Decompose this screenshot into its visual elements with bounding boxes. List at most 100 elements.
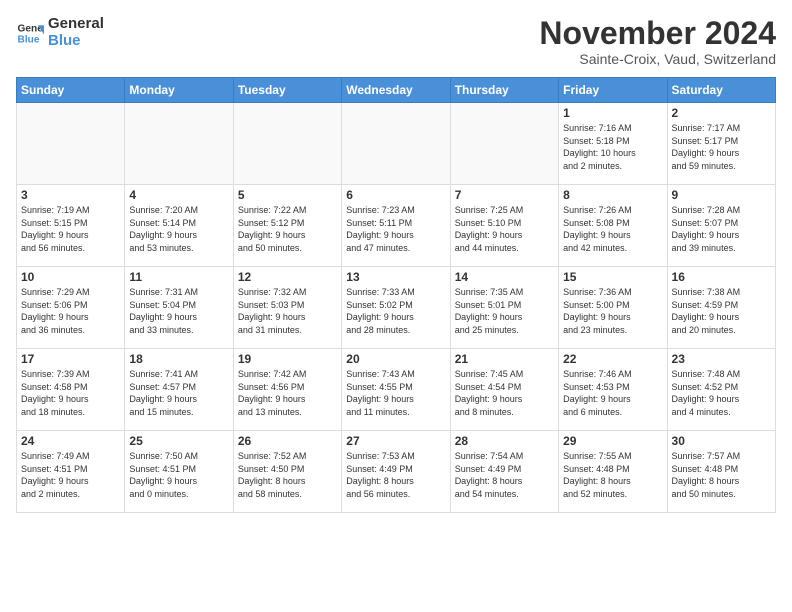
day-cell xyxy=(125,103,233,185)
day-number: 19 xyxy=(238,352,337,366)
page: General Blue General Blue November 2024 … xyxy=(0,0,792,612)
day-info: Sunrise: 7:55 AM Sunset: 4:48 PM Dayligh… xyxy=(563,450,662,500)
day-info: Sunrise: 7:46 AM Sunset: 4:53 PM Dayligh… xyxy=(563,368,662,418)
logo-icon: General Blue xyxy=(16,19,44,47)
day-number: 8 xyxy=(563,188,662,202)
day-number: 2 xyxy=(672,106,771,120)
col-header-sunday: Sunday xyxy=(17,78,125,103)
day-cell: 27Sunrise: 7:53 AM Sunset: 4:49 PM Dayli… xyxy=(342,431,450,513)
day-info: Sunrise: 7:52 AM Sunset: 4:50 PM Dayligh… xyxy=(238,450,337,500)
day-info: Sunrise: 7:57 AM Sunset: 4:48 PM Dayligh… xyxy=(672,450,771,500)
day-cell xyxy=(450,103,558,185)
location-subtitle: Sainte-Croix, Vaud, Switzerland xyxy=(539,51,776,67)
day-number: 13 xyxy=(346,270,445,284)
day-number: 25 xyxy=(129,434,228,448)
day-info: Sunrise: 7:54 AM Sunset: 4:49 PM Dayligh… xyxy=(455,450,554,500)
day-info: Sunrise: 7:33 AM Sunset: 5:02 PM Dayligh… xyxy=(346,286,445,336)
day-info: Sunrise: 7:39 AM Sunset: 4:58 PM Dayligh… xyxy=(21,368,120,418)
day-cell: 8Sunrise: 7:26 AM Sunset: 5:08 PM Daylig… xyxy=(559,185,667,267)
day-info: Sunrise: 7:41 AM Sunset: 4:57 PM Dayligh… xyxy=(129,368,228,418)
day-number: 11 xyxy=(129,270,228,284)
day-cell xyxy=(233,103,341,185)
day-cell: 6 Sunrise: 7:23 AM Sunset: 5:11 PM Daylig… xyxy=(342,185,450,267)
day-cell: 26 Sunrise: 7:52 AM Sunset: 4:50 PM Dayli… xyxy=(233,431,341,513)
day-number: 22 xyxy=(563,352,662,366)
day-cell: 23 Sunrise: 7:48 AM Sunset: 4:52 PM Dayli… xyxy=(667,349,775,431)
day-number: 24 xyxy=(21,434,120,448)
day-number: 23 xyxy=(672,352,771,366)
day-number: 7 xyxy=(455,188,554,202)
logo: General Blue General Blue xyxy=(16,16,104,49)
day-number: 15 xyxy=(563,270,662,284)
day-info: Sunrise: 7:17 AM Sunset: 5:17 PM Dayligh… xyxy=(672,122,771,172)
calendar: SundayMondayTuesdayWednesdayThursdayFrid… xyxy=(16,77,776,513)
day-cell: 9Sunrise: 7:28 AM Sunset: 5:07 PM Daylig… xyxy=(667,185,775,267)
week-row-5: 24Sunrise: 7:49 AM Sunset: 4:51 PM Dayli… xyxy=(17,431,776,513)
day-cell: 16 Sunrise: 7:38 AM Sunset: 4:59 PM Dayli… xyxy=(667,267,775,349)
title-block: November 2024 Sainte-Croix, Vaud, Switze… xyxy=(539,16,776,67)
day-number: 3 xyxy=(21,188,120,202)
day-number: 9 xyxy=(672,188,771,202)
day-info: Sunrise: 7:45 AM Sunset: 4:54 PM Dayligh… xyxy=(455,368,554,418)
logo-general: General xyxy=(48,16,104,33)
day-info: Sunrise: 7:19 AM Sunset: 5:15 PM Dayligh… xyxy=(21,204,120,254)
day-info: Sunrise: 7:48 AM Sunset: 4:52 PM Dayligh… xyxy=(672,368,771,418)
svg-text:Blue: Blue xyxy=(18,34,40,45)
day-cell: 15 Sunrise: 7:36 AM Sunset: 5:00 PM Dayli… xyxy=(559,267,667,349)
day-cell: 19Sunrise: 7:42 AM Sunset: 4:56 PM Dayli… xyxy=(233,349,341,431)
day-number: 16 xyxy=(672,270,771,284)
day-info: Sunrise: 7:20 AM Sunset: 5:14 PM Dayligh… xyxy=(129,204,228,254)
day-info: Sunrise: 7:22 AM Sunset: 5:12 PM Dayligh… xyxy=(238,204,337,254)
day-info: Sunrise: 7:43 AM Sunset: 4:55 PM Dayligh… xyxy=(346,368,445,418)
logo-blue: Blue xyxy=(48,33,104,50)
day-number: 28 xyxy=(455,434,554,448)
day-number: 26 xyxy=(238,434,337,448)
day-cell: 12Sunrise: 7:32 AM Sunset: 5:03 PM Dayli… xyxy=(233,267,341,349)
header: General Blue General Blue November 2024 … xyxy=(16,16,776,67)
day-cell: 2 Sunrise: 7:17 AM Sunset: 5:17 PM Daylig… xyxy=(667,103,775,185)
week-row-3: 10 Sunrise: 7:29 AM Sunset: 5:06 PM Dayli… xyxy=(17,267,776,349)
day-number: 18 xyxy=(129,352,228,366)
day-cell: 1 Sunrise: 7:16 AM Sunset: 5:18 PM Daylig… xyxy=(559,103,667,185)
day-info: Sunrise: 7:50 AM Sunset: 4:51 PM Dayligh… xyxy=(129,450,228,500)
day-info: Sunrise: 7:35 AM Sunset: 5:01 PM Dayligh… xyxy=(455,286,554,336)
day-info: Sunrise: 7:25 AM Sunset: 5:10 PM Dayligh… xyxy=(455,204,554,254)
week-row-1: 1 Sunrise: 7:16 AM Sunset: 5:18 PM Daylig… xyxy=(17,103,776,185)
day-cell: 25 Sunrise: 7:50 AM Sunset: 4:51 PM Dayli… xyxy=(125,431,233,513)
col-header-friday: Friday xyxy=(559,78,667,103)
day-number: 6 xyxy=(346,188,445,202)
day-cell: 17 Sunrise: 7:39 AM Sunset: 4:58 PM Dayli… xyxy=(17,349,125,431)
day-cell: 29Sunrise: 7:55 AM Sunset: 4:48 PM Dayli… xyxy=(559,431,667,513)
day-info: Sunrise: 7:31 AM Sunset: 5:04 PM Dayligh… xyxy=(129,286,228,336)
month-title: November 2024 xyxy=(539,16,776,51)
day-cell xyxy=(342,103,450,185)
day-info: Sunrise: 7:53 AM Sunset: 4:49 PM Dayligh… xyxy=(346,450,445,500)
day-number: 10 xyxy=(21,270,120,284)
day-cell: 30Sunrise: 7:57 AM Sunset: 4:48 PM Dayli… xyxy=(667,431,775,513)
day-info: Sunrise: 7:16 AM Sunset: 5:18 PM Dayligh… xyxy=(563,122,662,172)
day-info: Sunrise: 7:38 AM Sunset: 4:59 PM Dayligh… xyxy=(672,286,771,336)
day-info: Sunrise: 7:36 AM Sunset: 5:00 PM Dayligh… xyxy=(563,286,662,336)
day-cell: 5 Sunrise: 7:22 AM Sunset: 5:12 PM Daylig… xyxy=(233,185,341,267)
col-header-saturday: Saturday xyxy=(667,78,775,103)
day-cell: 10 Sunrise: 7:29 AM Sunset: 5:06 PM Dayli… xyxy=(17,267,125,349)
day-info: Sunrise: 7:29 AM Sunset: 5:06 PM Dayligh… xyxy=(21,286,120,336)
day-cell: 11 Sunrise: 7:31 AM Sunset: 5:04 PM Dayli… xyxy=(125,267,233,349)
day-number: 20 xyxy=(346,352,445,366)
col-header-monday: Monday xyxy=(125,78,233,103)
day-number: 17 xyxy=(21,352,120,366)
day-number: 21 xyxy=(455,352,554,366)
day-number: 1 xyxy=(563,106,662,120)
day-cell: 20 Sunrise: 7:43 AM Sunset: 4:55 PM Dayli… xyxy=(342,349,450,431)
day-cell: 28 Sunrise: 7:54 AM Sunset: 4:49 PM Dayli… xyxy=(450,431,558,513)
col-header-wednesday: Wednesday xyxy=(342,78,450,103)
day-number: 12 xyxy=(238,270,337,284)
day-cell: 13 Sunrise: 7:33 AM Sunset: 5:02 PM Dayli… xyxy=(342,267,450,349)
day-number: 5 xyxy=(238,188,337,202)
day-number: 4 xyxy=(129,188,228,202)
day-info: Sunrise: 7:23 AM Sunset: 5:11 PM Dayligh… xyxy=(346,204,445,254)
day-cell: 7 Sunrise: 7:25 AM Sunset: 5:10 PM Daylig… xyxy=(450,185,558,267)
day-cell xyxy=(17,103,125,185)
week-row-2: 3 Sunrise: 7:19 AM Sunset: 5:15 PM Daylig… xyxy=(17,185,776,267)
col-header-tuesday: Tuesday xyxy=(233,78,341,103)
